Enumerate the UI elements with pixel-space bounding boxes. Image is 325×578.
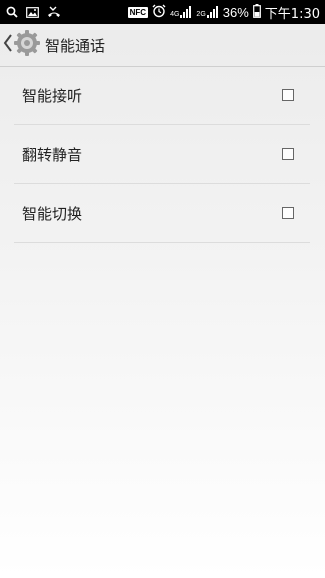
page-title: 智能通话 xyxy=(45,36,106,55)
status-bar-right: NFC 4G 2G 36% 下午1:30 xyxy=(124,3,320,22)
back-button[interactable] xyxy=(3,29,41,61)
setting-row-smart-switch[interactable]: 智能切换 xyxy=(14,184,310,243)
smart-switch-checkbox[interactable] xyxy=(282,207,294,219)
setting-row-smart-answer[interactable]: 智能接听 xyxy=(14,66,310,125)
setting-row-flip-mute[interactable]: 翻转静音 xyxy=(14,125,310,184)
action-bar: 智能通话 xyxy=(0,24,325,67)
nfc-icon: NFC xyxy=(127,6,149,18)
network-type-2g: 2G xyxy=(196,11,206,18)
network-type-4g: 4G xyxy=(170,11,180,18)
missed-call-icon xyxy=(47,3,61,22)
clock: 下午1:30 xyxy=(264,6,320,22)
setting-label: 智能接听 xyxy=(22,86,83,105)
smart-answer-checkbox[interactable] xyxy=(282,89,294,101)
status-bar-left xyxy=(6,3,69,22)
setting-label: 翻转静音 xyxy=(22,145,83,164)
back-icon xyxy=(3,33,13,57)
flip-mute-checkbox[interactable] xyxy=(282,148,294,160)
status-bar: NFC 4G 2G 36% 下午1:30 xyxy=(0,0,325,24)
battery-icon xyxy=(252,3,261,22)
signal-icon-2: 2G xyxy=(196,6,218,18)
alarm-icon xyxy=(152,3,166,22)
battery-percent: 36% xyxy=(222,4,249,20)
signal-icon: 4G xyxy=(170,6,192,18)
setting-label: 智能切换 xyxy=(22,204,83,223)
settings-gear-icon xyxy=(13,29,41,61)
settings-list: 智能接听 翻转静音 智能切换 xyxy=(14,66,310,243)
image-icon xyxy=(26,3,39,22)
search-icon xyxy=(6,3,18,22)
